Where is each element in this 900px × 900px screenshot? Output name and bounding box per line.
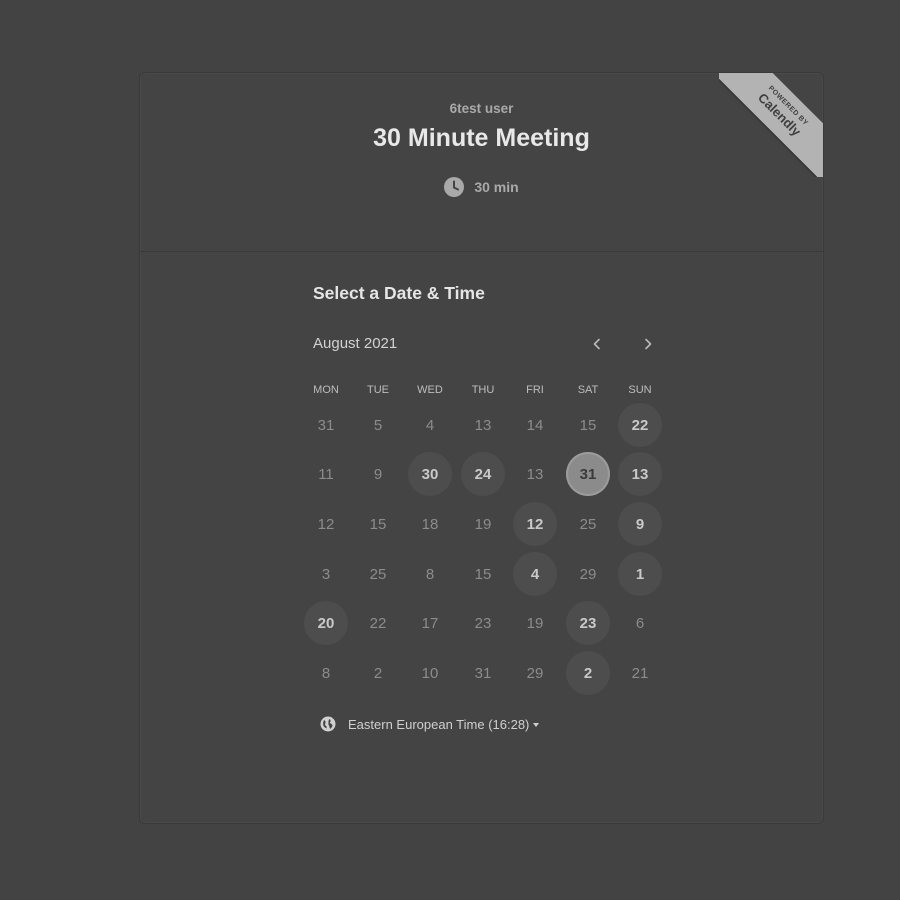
calendar-day-available[interactable]: 22 — [618, 403, 662, 447]
chevron-right-icon — [645, 338, 652, 350]
calendar-day: 10 — [421, 664, 439, 682]
weekday-sun: SUN — [628, 384, 652, 396]
calendar-day: 31 — [317, 416, 335, 434]
weekday-tue: TUE — [367, 384, 389, 396]
calendar-day: 4 — [425, 416, 435, 434]
calendar-day-selected[interactable]: 31 — [566, 452, 610, 496]
booking-card: 6test user 30 Minute Meeting 30 min POWE… — [139, 72, 824, 824]
month-label: August 2021 — [313, 335, 398, 352]
calendar-day: 3 — [321, 565, 331, 583]
timezone-selector[interactable]: Eastern European Time (16:28) — [320, 716, 540, 732]
event-duration: 30 min — [140, 177, 823, 197]
weekday-header-row: MON TUE WED THU FRI SAT SUN — [300, 384, 670, 398]
clock-icon — [444, 177, 465, 197]
calendar-day: 8 — [425, 565, 435, 583]
calendar-day-available[interactable]: 13 — [618, 452, 662, 496]
timezone-label: Eastern European Time (16:28) — [348, 716, 530, 732]
chevron-left-icon — [593, 338, 600, 350]
calendar-day-available[interactable]: 24 — [461, 452, 505, 496]
weekday-mon: MON — [313, 384, 339, 396]
calendar-day-available[interactable]: 23 — [566, 601, 610, 645]
calendar-day: 14 — [526, 416, 544, 434]
weekday-wed: WED — [417, 384, 443, 396]
calendar-day-available[interactable]: 1 — [618, 552, 662, 596]
calendar-day: 23 — [474, 614, 492, 632]
calendar-day-available[interactable]: 9 — [618, 502, 662, 546]
calendar-day: 12 — [317, 515, 335, 533]
calendar-day: 29 — [526, 664, 544, 682]
calendar-day-available[interactable]: 12 — [513, 502, 557, 546]
calendar-day: 19 — [474, 515, 492, 533]
calendar-day-available[interactable]: 2 — [566, 651, 610, 695]
calendar-day: 15 — [579, 416, 597, 434]
powered-by-ribbon[interactable]: POWERED BY Calendly — [719, 73, 823, 177]
calendar-day: 6 — [635, 614, 645, 632]
calendar-day: 31 — [474, 664, 492, 682]
calendly-badge[interactable]: POWERED BY Calendly — [719, 73, 823, 177]
weekday-fri: FRI — [526, 384, 544, 396]
calendar-day: 25 — [369, 565, 387, 583]
calendar-day: 21 — [631, 664, 649, 682]
duration-label: 30 min — [474, 179, 519, 195]
weekday-sat: SAT — [577, 384, 599, 396]
calendar-day: 19 — [526, 614, 544, 632]
weekday-thu: THU — [471, 384, 495, 396]
calendar-day: 11 — [318, 465, 334, 483]
calendar-day-available[interactable]: 4 — [513, 552, 557, 596]
previous-month-button[interactable] — [584, 331, 610, 357]
calendar-day: 17 — [421, 614, 439, 632]
calendar-day: 18 — [421, 515, 439, 533]
calendar-day: 22 — [369, 614, 387, 632]
calendar-day-available[interactable]: 20 — [304, 601, 348, 645]
calendar-day: 2 — [373, 664, 383, 682]
calendar-day: 13 — [474, 416, 492, 434]
calendar-day: 15 — [474, 565, 492, 583]
calendar-day: 13 — [526, 465, 544, 483]
calendar-day: 8 — [321, 664, 331, 682]
caret-down-icon — [533, 722, 540, 727]
calendar-day: 9 — [373, 465, 383, 483]
select-date-time-heading: Select a Date & Time — [313, 283, 485, 303]
calendar-day: 25 — [579, 515, 597, 533]
calendar-day: 5 — [373, 416, 383, 434]
calendar-day-available[interactable]: 30 — [408, 452, 452, 496]
calendar-day: 15 — [369, 515, 387, 533]
globe-icon — [320, 716, 336, 732]
next-month-button[interactable] — [635, 331, 661, 357]
calendar-day: 29 — [579, 565, 597, 583]
